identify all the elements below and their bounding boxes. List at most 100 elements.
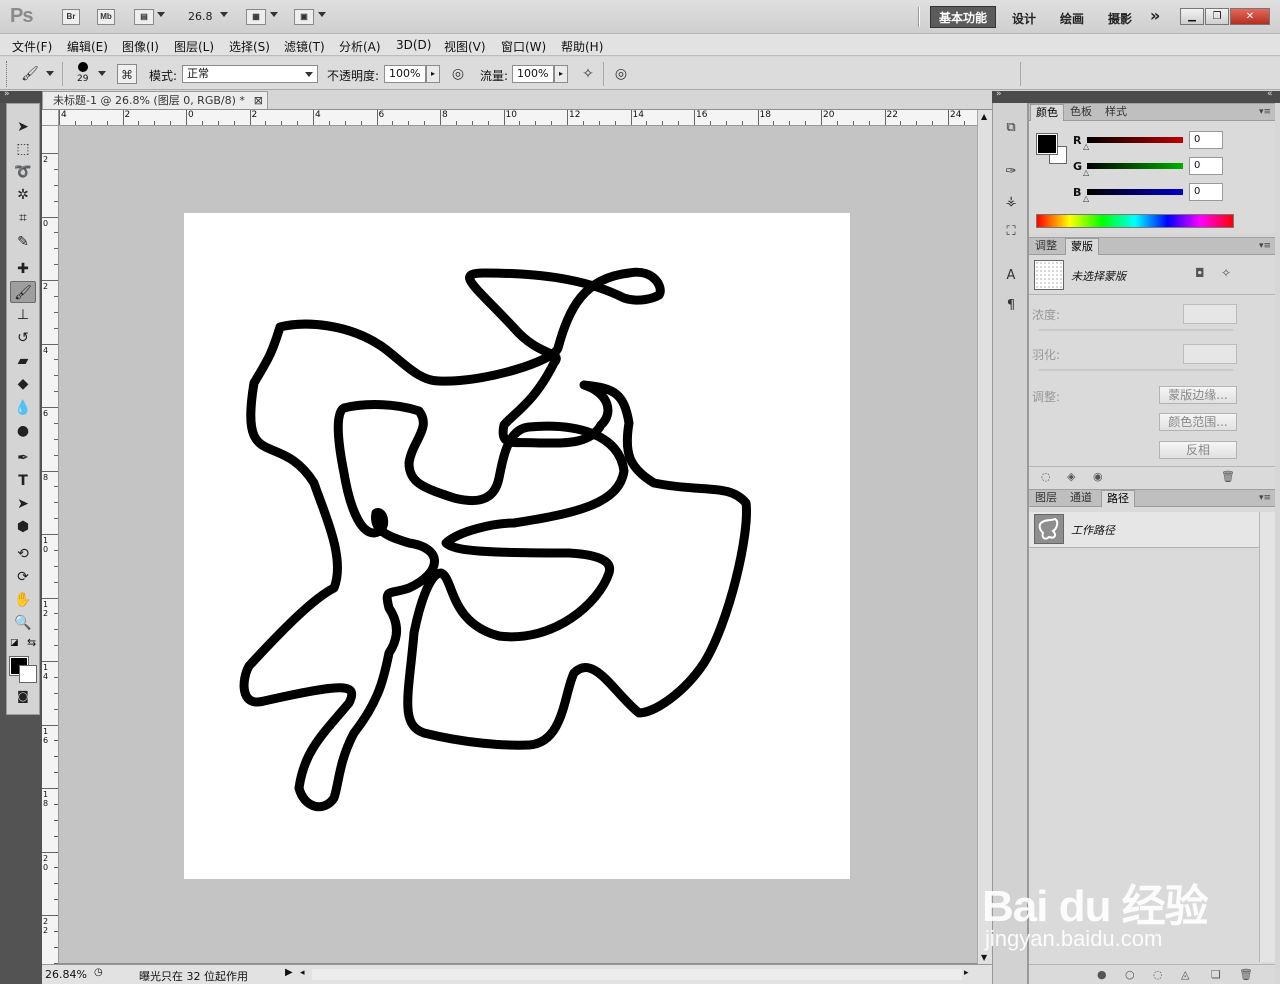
menu-3d[interactable]: 3D(D) (396, 38, 431, 52)
blend-mode-caret-icon[interactable] (305, 72, 313, 77)
horizontal-ruler[interactable]: 4 2 0 2 4 6 8 10 12 14 16 18 20 22 24 (59, 110, 977, 126)
menu-filter[interactable]: 滤镜(T) (284, 38, 325, 55)
lasso-tool-icon[interactable]: ➰ (10, 161, 36, 183)
workspace-essentials-button[interactable]: 基本功能 (930, 6, 996, 28)
feather-input[interactable] (1183, 344, 1237, 364)
vertical-scrollbar[interactable]: ▲ ▼ (977, 110, 992, 964)
marquee-tool-icon[interactable]: ⬚ (10, 138, 36, 160)
flow-stepper[interactable]: ▸ (554, 65, 568, 83)
feather-slider[interactable] (1039, 369, 1233, 371)
paths-scrollbar[interactable] (1259, 512, 1275, 962)
blur-tool-icon[interactable]: 💧 (10, 397, 36, 419)
menu-edit[interactable]: 编辑(E) (67, 38, 108, 55)
quick-mask-icon[interactable]: ◙ (10, 685, 36, 707)
menu-layer[interactable]: 图层(L) (174, 38, 214, 55)
opacity-stepper[interactable]: ▸ (426, 65, 440, 83)
scroll-left-icon[interactable]: ◂ (300, 968, 305, 978)
history-brush-tool-icon[interactable]: ↺ (10, 327, 36, 349)
layers-panel-menu-icon[interactable]: ▾≡ (1259, 493, 1271, 503)
close-document-icon[interactable]: ⊠ (254, 92, 263, 109)
tab-adjustments[interactable]: 调整 (1030, 238, 1062, 255)
work-path-from-selection-icon[interactable]: ◬ (1181, 968, 1189, 981)
workspace-painting-button[interactable]: 绘画 (1060, 10, 1084, 27)
add-pixel-mask-icon[interactable]: ◘ (1195, 266, 1205, 280)
status-zoom[interactable]: 26.84% (45, 968, 87, 981)
tab-swatches[interactable]: 色板 (1065, 104, 1097, 121)
invert-button[interactable]: 反相 (1159, 441, 1237, 459)
brush-preset-icon[interactable]: 🖌 (20, 64, 40, 84)
color-spectrum-bar[interactable] (1036, 214, 1234, 228)
scroll-up-icon[interactable]: ▲ (981, 112, 987, 121)
density-input[interactable] (1183, 304, 1237, 324)
status-menu-arrow-icon[interactable]: ▶ (285, 967, 293, 978)
type-tool-icon[interactable]: T (10, 470, 36, 492)
new-path-icon[interactable]: ❏ (1211, 968, 1221, 981)
tab-styles[interactable]: 样式 (1100, 104, 1132, 121)
load-selection-icon[interactable]: ◌ (1041, 470, 1051, 483)
expand-dock-icon[interactable]: » (996, 89, 1002, 99)
delete-mask-icon[interactable]: 🗑 (1221, 470, 1235, 483)
collapse-panels-icon[interactable]: « (1267, 89, 1273, 99)
zoom-caret-icon[interactable] (220, 12, 228, 17)
3d-orbit-tool-icon[interactable]: ⟳ (10, 566, 36, 588)
vertical-ruler[interactable]: 2 0 2 4 6 8 1 0 1 2 1 4 1 6 1 8 2 0 2 2 (42, 126, 59, 964)
brush-tip-icon[interactable] (78, 62, 88, 72)
menu-select[interactable]: 选择(S) (229, 38, 270, 55)
restore-button[interactable]: ❐ (1205, 8, 1229, 25)
zoom-level[interactable]: 26.8 (188, 10, 213, 23)
opacity-input[interactable]: 100% (384, 65, 426, 83)
channel-slider-thumb-icon[interactable]: △ (1083, 194, 1089, 203)
minibridge-button[interactable]: Mb (97, 9, 115, 25)
path-as-selection-icon[interactable]: ◌ (1153, 968, 1163, 981)
background-color-swatch[interactable] (19, 665, 37, 683)
bridge-button[interactable]: Br (62, 9, 80, 25)
workspace-design-button[interactable]: 设计 (1012, 10, 1036, 27)
add-vector-mask-icon[interactable]: ✧ (1221, 266, 1231, 280)
arrange-caret-icon[interactable] (270, 12, 278, 17)
close-button[interactable]: ✕ (1230, 8, 1270, 25)
tab-masks[interactable]: 蒙版 (1065, 238, 1099, 255)
panel-foreground-swatch[interactable] (1036, 133, 1058, 155)
scroll-right-icon[interactable]: ▸ (964, 968, 969, 978)
apply-mask-icon[interactable]: ◈ (1067, 470, 1075, 483)
channel-slider-r[interactable] (1087, 137, 1183, 143)
3d-rotate-tool-icon[interactable]: ⟲ (10, 543, 36, 565)
menu-file[interactable]: 文件(F) (12, 38, 52, 55)
channel-value-b[interactable]: 0 (1189, 183, 1223, 201)
eyedropper-tool-icon[interactable]: ✎ (10, 231, 36, 253)
crop-tool-icon[interactable]: ⌗ (10, 207, 36, 229)
pen-tool-icon[interactable]: ✒ (10, 447, 36, 469)
spot-healing-tool-icon[interactable]: ✚ (10, 258, 36, 280)
workspace-photography-button[interactable]: 摄影 (1108, 10, 1132, 27)
default-colors-icon[interactable]: ◪ (10, 638, 19, 648)
arrange-documents-button[interactable]: ▦ (246, 9, 266, 25)
stroke-path-icon[interactable]: ○ (1125, 968, 1135, 981)
tab-paths[interactable]: 路径 (1101, 490, 1135, 507)
tab-layers[interactable]: 图层 (1030, 490, 1062, 507)
fill-path-icon[interactable]: ● (1097, 968, 1107, 981)
color-panel-menu-icon[interactable]: ▾≡ (1259, 107, 1271, 117)
screen-mode-caret-icon[interactable] (318, 12, 326, 17)
history-panel-icon[interactable]: ⧉ (1000, 117, 1022, 139)
zoom-tool-icon[interactable]: 🔍 (10, 612, 36, 634)
eraser-tool-icon[interactable]: ▰ (10, 350, 36, 372)
menu-analysis[interactable]: 分析(A) (339, 38, 381, 55)
toggle-mask-visibility-icon[interactable]: ◉ (1093, 470, 1103, 483)
path-selection-tool-icon[interactable]: ➤ (10, 493, 36, 515)
path-list-item[interactable]: 工作路径 (1029, 512, 1259, 548)
tab-color[interactable]: 颜色 (1030, 104, 1064, 121)
swap-colors-icon[interactable]: ⇆ (27, 636, 36, 649)
flow-input[interactable]: 100% (512, 65, 554, 83)
brush-tool-icon[interactable]: 🖌 (10, 281, 36, 303)
menu-help[interactable]: 帮助(H) (561, 38, 603, 55)
blend-mode-select[interactable]: 正常 (182, 65, 318, 83)
channel-slider-g[interactable] (1087, 163, 1183, 169)
delete-path-icon[interactable]: 🗑 (1239, 968, 1253, 981)
tab-channels[interactable]: 通道 (1065, 490, 1097, 507)
view-extras-caret-icon[interactable] (157, 12, 165, 17)
clone-stamp-tool-icon[interactable]: ⊥ (10, 304, 36, 326)
brush-panel-toggle-icon[interactable]: ⌘ (117, 64, 137, 84)
quick-selection-tool-icon[interactable]: ✲ (10, 184, 36, 206)
dodge-tool-icon[interactable]: ● (10, 420, 36, 442)
paragraph-panel-icon[interactable]: ¶ (1000, 295, 1022, 317)
